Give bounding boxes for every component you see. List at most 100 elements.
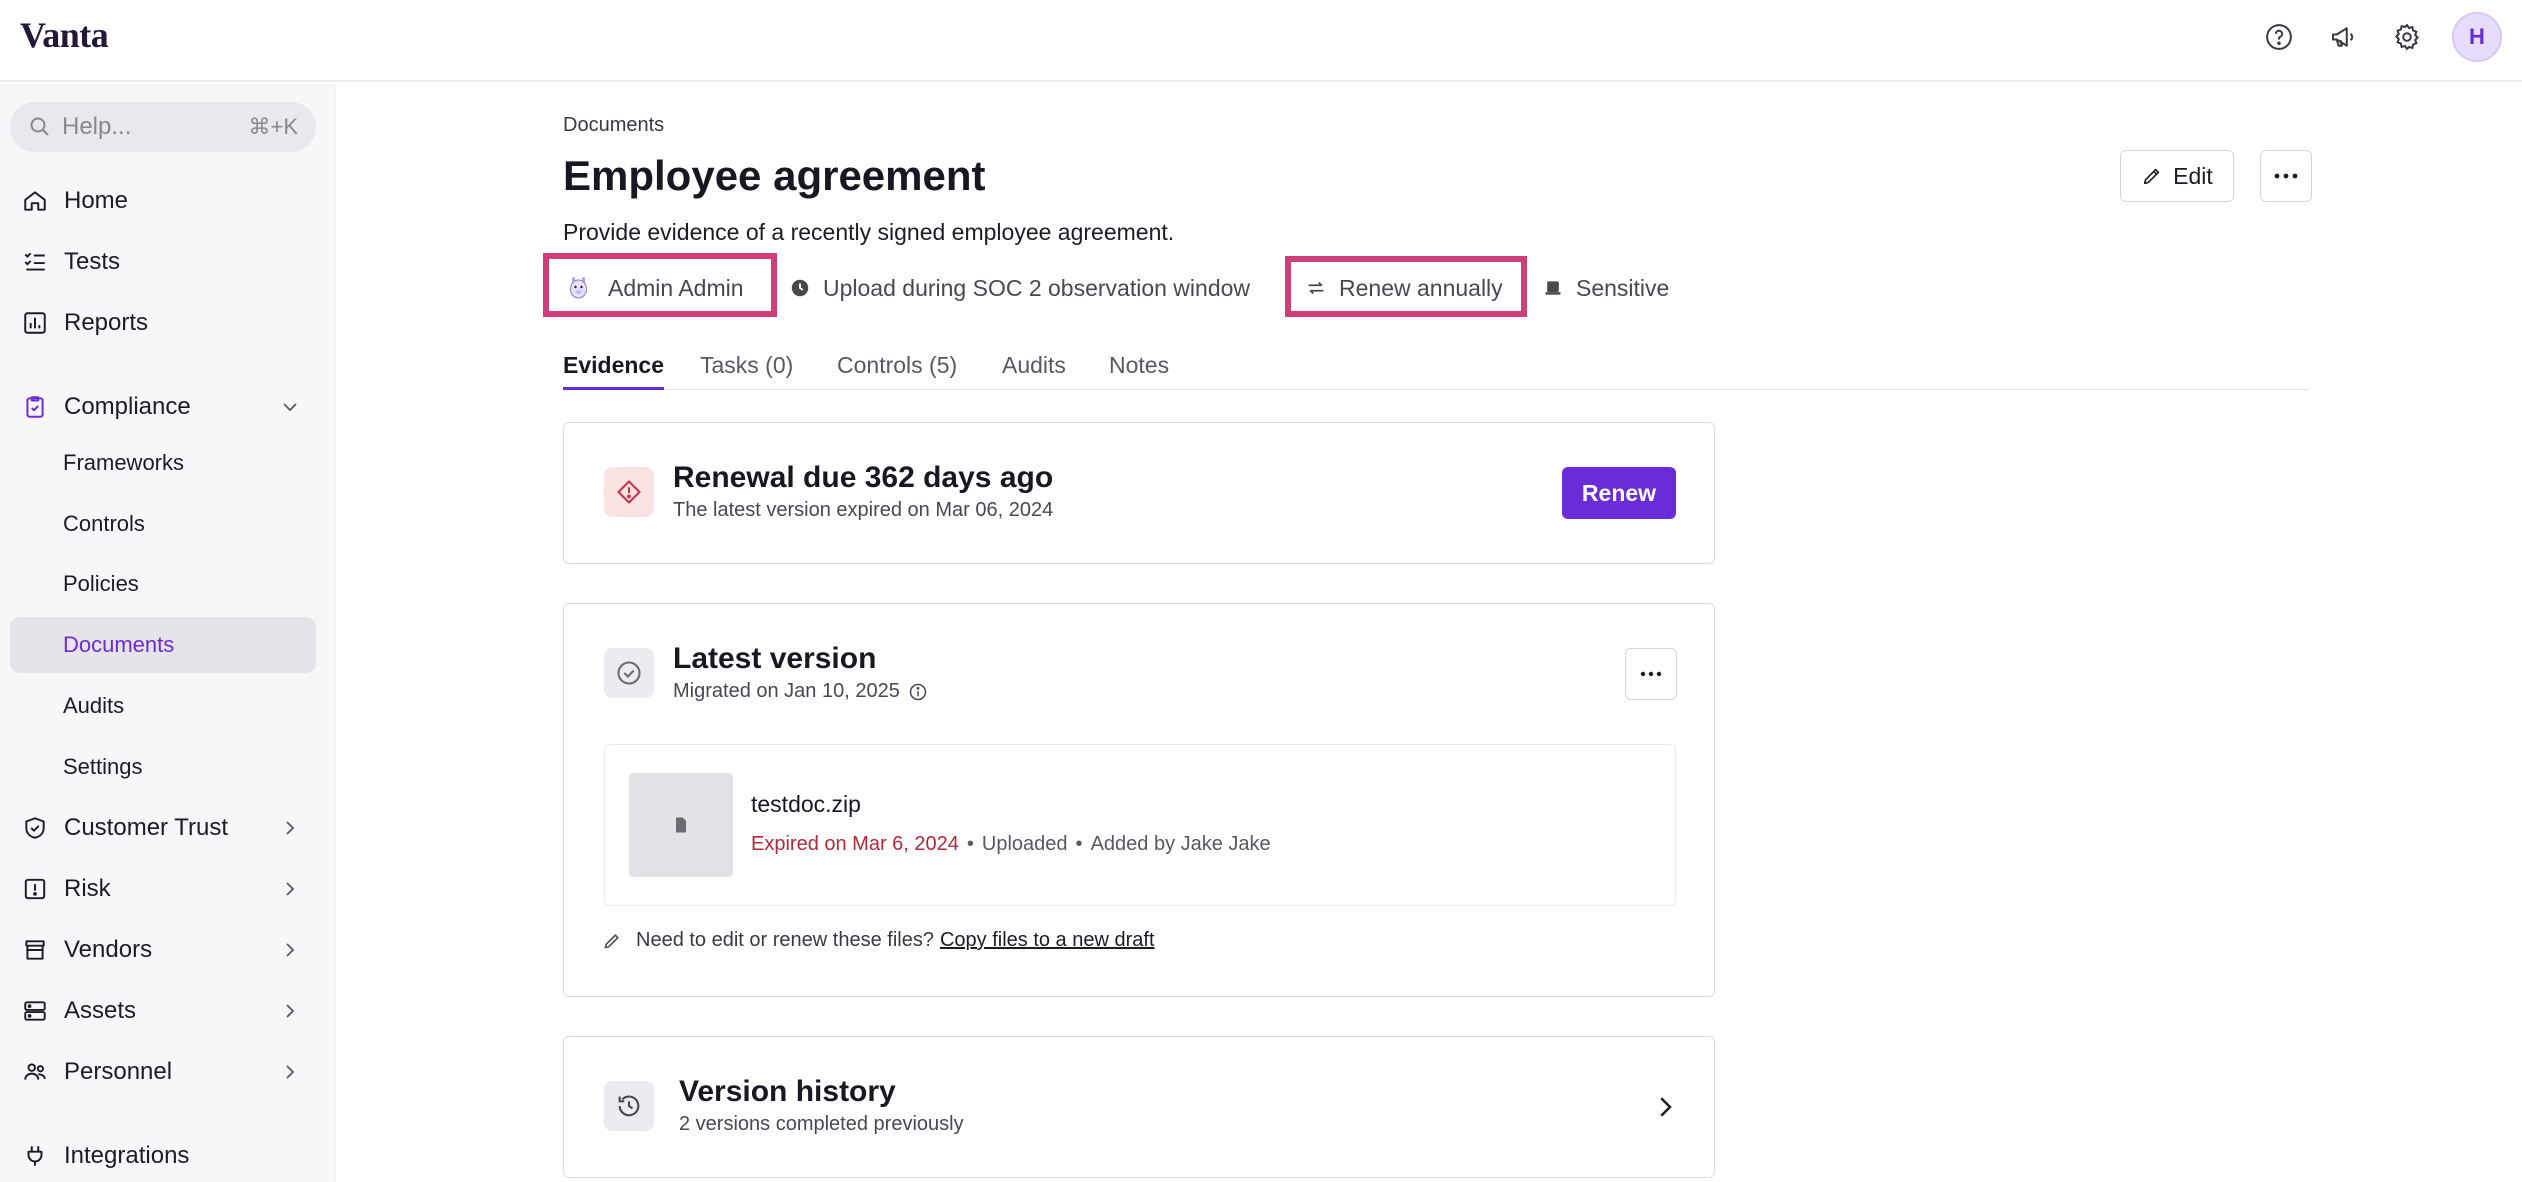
sidebar-item-customer-trust[interactable]: Customer Trust: [10, 800, 316, 856]
search-shortcut: ⌘+K: [248, 114, 298, 139]
edit-hint: Need to edit or renew these files? Copy …: [602, 929, 1155, 952]
tab-controls[interactable]: Controls (5): [837, 352, 957, 390]
file-upload-status: Uploaded: [981, 833, 1068, 855]
home-icon: [20, 186, 50, 216]
edit-button[interactable]: Edit: [2120, 150, 2234, 202]
help-icon[interactable]: [2260, 18, 2298, 56]
plug-icon: [20, 1141, 50, 1171]
file-meta: Expired on Mar 6, 2024 • Uploaded • Added by…: [751, 833, 1271, 855]
tab-notes[interactable]: Notes: [1109, 352, 1169, 390]
file-added-by: Added by Jake Jake: [1090, 833, 1271, 855]
upload-window-text: Upload during SOC 2 observation window: [823, 274, 1251, 301]
tab-tasks[interactable]: Tasks (0): [700, 352, 793, 390]
chevron-right-icon: [286, 821, 295, 835]
warning-diamond-icon: [604, 467, 654, 517]
sensitivity-chip: Sensitive: [1540, 268, 1669, 308]
edit-label: Edit: [2173, 162, 2213, 189]
llama-avatar-icon: [566, 275, 592, 301]
renewal-card: Renewal due 362 days ago The latest vers…: [563, 422, 1715, 564]
user-avatar[interactable]: H: [2452, 12, 2502, 62]
pencil-icon: [604, 933, 619, 948]
server-icon: [20, 996, 50, 1026]
sidebar-item-controls[interactable]: Controls: [10, 496, 316, 552]
chevron-down-icon: [283, 403, 297, 412]
clock-icon: [787, 275, 813, 301]
version-history-title: Version history: [679, 1075, 896, 1108]
sidebar-item-risk[interactable]: Risk: [10, 861, 316, 917]
version-history-card[interactable]: Version history 2 versions completed pre…: [563, 1036, 1715, 1178]
tab-evidence[interactable]: Evidence: [563, 352, 664, 390]
search-icon: [30, 117, 49, 136]
lock-icon: [1540, 275, 1566, 301]
sidebar-item-policies[interactable]: Policies: [10, 556, 316, 612]
tab-bar: Evidence Tasks (0) Controls (5) Audits N…: [563, 346, 2309, 390]
sidebar-item-compliance[interactable]: Compliance: [10, 379, 316, 435]
edit-hint-text: Need to edit or renew these files?: [636, 929, 934, 951]
sensitivity-text: Sensitive: [1576, 274, 1670, 301]
sidebar-item-settings[interactable]: Settings: [10, 739, 316, 795]
sidebar: Help... ⌘+K Home Tests Reports Complianc…: [0, 84, 336, 1182]
sidebar-item-home[interactable]: Home: [10, 173, 316, 229]
file-name[interactable]: testdoc.zip: [751, 791, 861, 818]
file-thumbnail: [629, 773, 733, 877]
more-options-button[interactable]: [2260, 150, 2312, 202]
sidebar-item-label: Personnel: [64, 1058, 173, 1085]
sidebar-item-integrations[interactable]: Integrations: [10, 1128, 316, 1182]
sidebar-item-label: Compliance: [64, 393, 191, 420]
sidebar-item-audits[interactable]: Audits: [10, 678, 316, 734]
owner-name: Admin Admin: [608, 274, 744, 301]
sidebar-item-assets[interactable]: Assets: [10, 983, 316, 1039]
renew-button[interactable]: Renew: [1562, 467, 1676, 519]
gear-icon[interactable]: [2388, 18, 2426, 56]
history-icon: [604, 1081, 654, 1131]
renewal-chip[interactable]: Renew annually: [1303, 268, 1503, 308]
sidebar-item-frameworks[interactable]: Frameworks: [10, 435, 316, 491]
chevron-right-icon[interactable]: [1650, 1092, 1680, 1122]
page-description: Provide evidence of a recently signed em…: [563, 219, 1175, 245]
sidebar-item-label: Home: [64, 187, 129, 214]
pencil-icon: [2144, 168, 2160, 185]
latest-version-card: Latest version Migrated on Jan 10, 2025 …: [563, 603, 1715, 997]
copy-files-link[interactable]: Copy files to a new draft: [940, 929, 1155, 952]
ellipsis-icon: [2274, 173, 2298, 179]
document-icon: [676, 817, 686, 833]
info-icon[interactable]: [908, 682, 928, 702]
version-history-subtitle: 2 versions completed previously: [679, 1113, 964, 1135]
top-bar: Vanta H: [0, 0, 2522, 82]
sidebar-item-label: Assets: [64, 997, 137, 1024]
repeat-icon: [1303, 275, 1329, 301]
alert-square-icon: [20, 874, 50, 904]
page-title: Employee agreement: [563, 152, 986, 199]
ellipsis-icon: [1640, 671, 1662, 677]
sidebar-item-tests[interactable]: Tests: [10, 234, 316, 290]
sidebar-item-label: Vendors: [64, 936, 153, 963]
latest-version-title: Latest version: [673, 642, 877, 675]
sidebar-item-reports[interactable]: Reports: [10, 295, 316, 351]
people-icon: [20, 1057, 50, 1087]
sidebar-item-label: Risk: [64, 875, 111, 902]
breadcrumb[interactable]: Documents: [563, 114, 664, 137]
chevron-right-icon: [286, 943, 295, 957]
search-placeholder: Help...: [62, 113, 132, 140]
renewal-subtitle: The latest version expired on Mar 06, 20…: [673, 499, 1054, 521]
checklist-icon: [20, 247, 50, 277]
search-input[interactable]: Help... ⌘+K: [10, 102, 316, 152]
renewal-text: Renew annually: [1339, 274, 1503, 301]
upload-window-chip: Upload during SOC 2 observation window: [787, 268, 1250, 308]
latest-version-subtitle: Migrated on Jan 10, 2025: [673, 680, 900, 702]
shield-check-icon: [20, 813, 50, 843]
megaphone-icon[interactable]: [2324, 18, 2362, 56]
sidebar-item-vendors[interactable]: Vendors: [10, 922, 316, 978]
tab-audits[interactable]: Audits: [1002, 352, 1066, 390]
vanta-logo[interactable]: Vanta: [20, 14, 109, 56]
clipboard-check-icon: [20, 392, 50, 422]
latest-version-meta: Migrated on Jan 10, 2025: [673, 680, 928, 703]
version-more-button[interactable]: [1625, 648, 1677, 700]
renewal-title: Renewal due 362 days ago: [673, 461, 1054, 494]
sidebar-item-personnel[interactable]: Personnel: [10, 1044, 316, 1100]
owner-chip[interactable]: Admin Admin: [566, 268, 744, 308]
file-row[interactable]: testdoc.zip Expired on Mar 6, 2024 • Uploa…: [604, 744, 1676, 906]
chevron-right-icon: [286, 882, 295, 896]
sidebar-item-documents[interactable]: Documents: [10, 617, 316, 673]
chevron-right-icon: [286, 1065, 295, 1079]
